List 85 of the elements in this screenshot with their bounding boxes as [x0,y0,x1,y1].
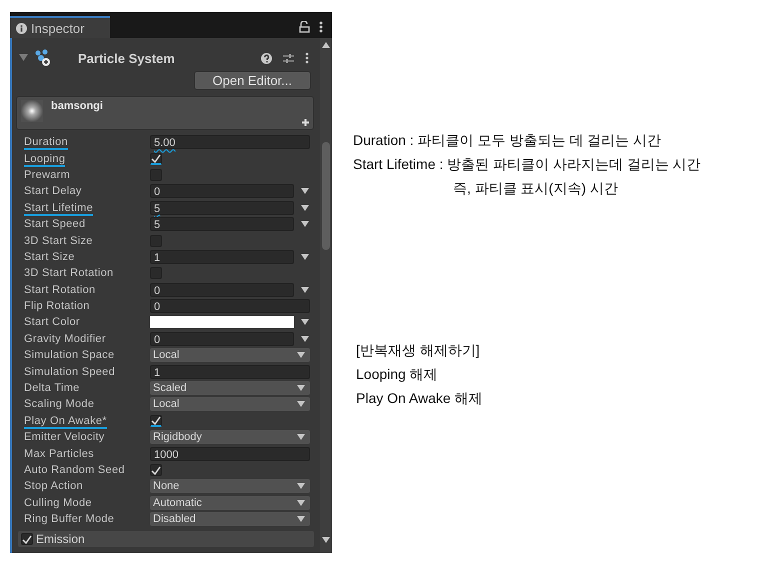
property-label: Start Lifetime [24,202,94,216]
dropdown[interactable]: Local [150,348,310,362]
note-text: Start Lifetime : 방출된 파티클이 사라지는데 걸리는 시간 [353,156,701,172]
property-label: Simulation Speed [24,366,116,378]
color-swatch[interactable] [150,316,294,328]
more-icon[interactable] [305,52,309,64]
note-text: Looping 해제 [356,366,438,382]
dropdown-arrow-icon[interactable] [301,254,309,260]
property-label: Start Rotation [24,284,96,296]
note-text: Duration : 파티클이 모두 방출되는 데 걸리는 시간 [353,132,662,148]
note-text: [반복재생 해제하기] [356,342,480,358]
property-label: Culling Mode [24,496,92,509]
value-field[interactable]: 5 [150,200,294,215]
help-icon[interactable] [261,52,272,64]
property-label: Emitter Velocity [24,431,105,444]
checkbox[interactable] [150,464,162,476]
scroll-down-icon[interactable] [322,537,330,543]
dropdown[interactable]: Local [150,397,310,412]
module-label: Emission [36,532,85,546]
more-icon[interactable] [319,21,323,33]
property-label: Delta Time [24,382,80,394]
component-title: Particle System [78,50,176,66]
value-field[interactable]: 0 [150,299,310,314]
property-label: Max Particles [24,448,94,460]
material-preview-icon [21,100,43,122]
dropdown-arrow-icon[interactable] [301,188,309,194]
dropdown-arrow-icon[interactable] [301,336,309,342]
caret-icon [297,500,305,506]
dropdown-arrow-icon[interactable] [301,204,309,211]
note-text: 즉, 파티클 표시(지속) 시간 [453,180,618,196]
scrollbar-thumb[interactable] [322,142,330,250]
dropdown[interactable]: Scaled [150,381,310,396]
particles-icon [34,49,52,67]
inspector-tab[interactable]: Inspector [10,16,110,38]
module-header[interactable]: Emission [18,531,314,548]
dropdown[interactable]: Rigidbody [150,430,310,444]
value-field[interactable]: 1 [150,364,310,379]
dropdown-arrow-icon[interactable] [301,319,309,326]
property-label: Looping [24,152,66,167]
open-editor-button[interactable]: Open Editor... [194,71,311,90]
checkbox[interactable] [21,533,33,546]
property-label: Play On Awake* [24,414,107,429]
property-label: 3D Start Size [24,234,93,247]
property-label: Auto Random Seed [24,464,125,476]
dropdown-arrow-icon[interactable] [301,286,309,293]
dropdown[interactable]: Automatic [150,496,310,510]
property-label: Gravity Modifier [24,332,106,345]
property-label: Start Color [24,316,80,328]
value-field[interactable]: 0 [150,184,294,198]
caret-icon [297,401,305,408]
property-label: Prewarm [24,168,70,181]
scroll-up-icon[interactable] [322,42,330,48]
caret-icon [297,352,305,358]
property-label: Ring Buffer Mode [24,513,114,526]
property-label: Start Size [24,250,75,263]
sliders-icon[interactable] [283,52,294,64]
property-label: Start Delay [24,185,82,198]
caret-icon [297,516,305,522]
checkbox[interactable] [150,152,162,165]
checkbox[interactable] [150,414,162,427]
value-field[interactable]: 5.00 [150,135,310,150]
property-label: Duration [24,136,68,150]
caret-icon [297,385,305,392]
value-field[interactable]: 1 [150,250,294,264]
caret-icon [297,483,305,490]
caret-icon [297,434,305,440]
property-label: Flip Rotation [24,300,90,312]
lock-icon[interactable] [299,21,310,33]
value-field[interactable]: 5 [150,217,294,232]
material-name: bamsongi [51,99,103,112]
property-label: Simulation Space [24,349,114,362]
expand-triangle-icon[interactable] [19,54,28,62]
note-text: Play On Awake 해제 [356,390,483,406]
property-label: Start Speed [24,218,86,230]
dropdown-arrow-icon[interactable] [301,221,309,228]
dropdown[interactable]: Disabled [150,512,310,526]
info-icon [16,22,27,34]
value-field[interactable]: 0 [150,332,294,346]
property-label: 3D Start Rotation [24,267,114,280]
value-field[interactable]: 1000 [150,446,310,461]
property-label: Scaling Mode [24,398,94,410]
value-field[interactable]: 0 [150,282,294,297]
property-label: Stop Action [24,480,83,492]
plus-icon[interactable] [302,119,309,126]
dropdown[interactable]: None [150,479,310,494]
